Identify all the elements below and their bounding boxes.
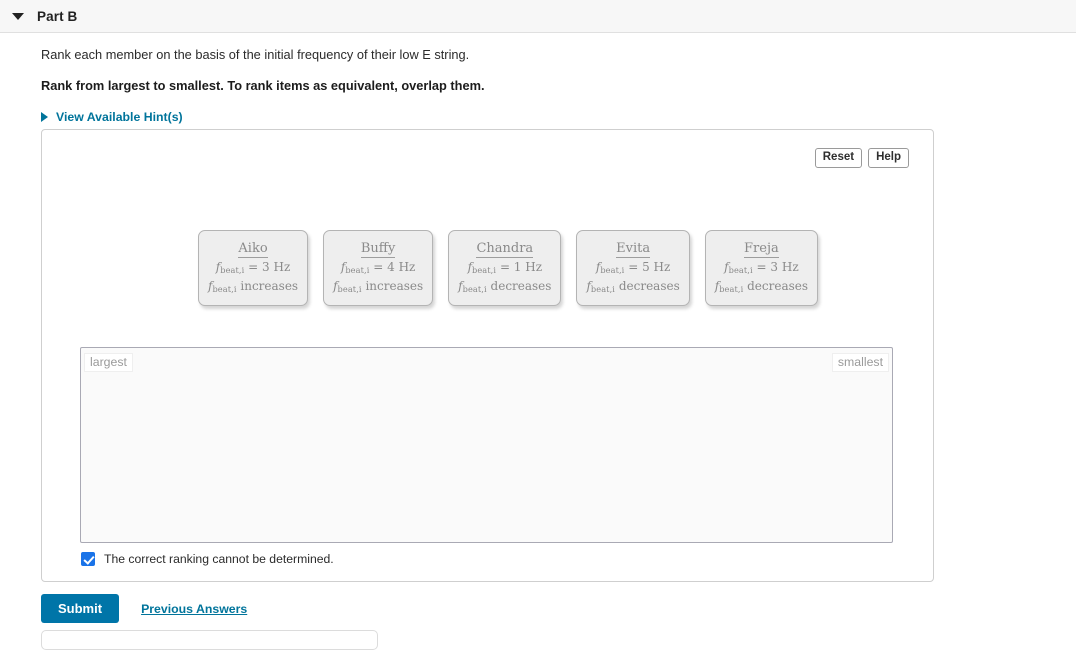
caret-down-icon[interactable] — [12, 12, 24, 20]
rank-card[interactable]: Aiko fbeat,i = 3 Hz fbeat,i increases — [198, 230, 309, 307]
part-header[interactable]: Part B — [0, 0, 1076, 33]
next-part-panel — [41, 630, 378, 650]
rank-card-frequency: fbeat,i = 4 Hz — [340, 260, 416, 276]
part-title: Part B — [37, 8, 78, 24]
question-content: Rank each member on the basis of the ini… — [0, 46, 1076, 127]
rank-card-name: Evita — [616, 241, 651, 258]
rank-card-trend: fbeat,i increases — [208, 279, 299, 295]
rank-card-frequency: fbeat,i = 5 Hz — [595, 260, 671, 276]
rank-card-name: Freja — [744, 241, 779, 258]
rank-card-name: Chandra — [476, 241, 534, 258]
submit-button[interactable]: Submit — [41, 594, 120, 623]
rank-card-frequency: fbeat,i = 3 Hz — [724, 260, 799, 276]
ranking-drop-zone[interactable]: largest smallest — [80, 347, 893, 543]
cannot-determine-checkbox[interactable] — [81, 552, 95, 566]
drop-zone-largest-label: largest — [84, 353, 133, 372]
rank-card[interactable]: Buffy fbeat,i = 4 Hz fbeat,i increases — [323, 230, 434, 307]
rank-card-trend: fbeat,i decreases — [458, 279, 552, 295]
rank-card-name: Buffy — [360, 241, 396, 258]
rank-card[interactable]: Evita fbeat,i = 5 Hz fbeat,i decreases — [576, 230, 690, 307]
previous-answers-link[interactable]: Previous Answers — [141, 602, 247, 616]
view-hints-toggle[interactable]: View Available Hint(s) — [41, 110, 183, 124]
rank-card-trend: fbeat,i decreases — [586, 279, 680, 295]
ranking-answer-panel: Reset Help Aiko fbeat,i = 3 Hz fbeat,i inc… — [41, 129, 934, 582]
cannot-determine-label: The correct ranking cannot be determined… — [104, 552, 334, 566]
rank-card[interactable]: Freja fbeat,i = 3 Hz fbeat,i decreases — [704, 230, 819, 307]
rank-card-frequency: fbeat,i = 1 Hz — [467, 260, 543, 276]
drop-zone-smallest-label: smallest — [831, 353, 889, 372]
reset-button[interactable]: Reset — [814, 148, 863, 168]
rank-card-frequency: fbeat,i = 3 Hz — [215, 260, 291, 276]
view-hints-label: View Available Hint(s) — [56, 109, 183, 124]
card-tray: Aiko fbeat,i = 3 Hz fbeat,i increases Buffy… — [198, 230, 819, 307]
caret-right-icon — [41, 111, 48, 122]
rank-card[interactable]: Chandra fbeat,i = 1 Hz fbeat,i decreases — [448, 230, 562, 307]
cannot-determine-row[interactable]: The correct ranking cannot be determined… — [81, 552, 334, 566]
rank-card-trend: fbeat,i increases — [333, 279, 424, 295]
footer-actions: Submit Previous Answers — [41, 594, 247, 623]
ranking-instruction: Rank from largest to smallest. To rank i… — [41, 77, 485, 93]
question-text: Rank each member on the basis of the ini… — [41, 47, 470, 62]
rank-card-trend: fbeat,i decreases — [714, 279, 809, 295]
rank-card-name: Aiko — [238, 241, 268, 258]
help-button[interactable]: Help — [868, 148, 909, 168]
panel-tool-buttons: Reset Help — [814, 148, 909, 168]
